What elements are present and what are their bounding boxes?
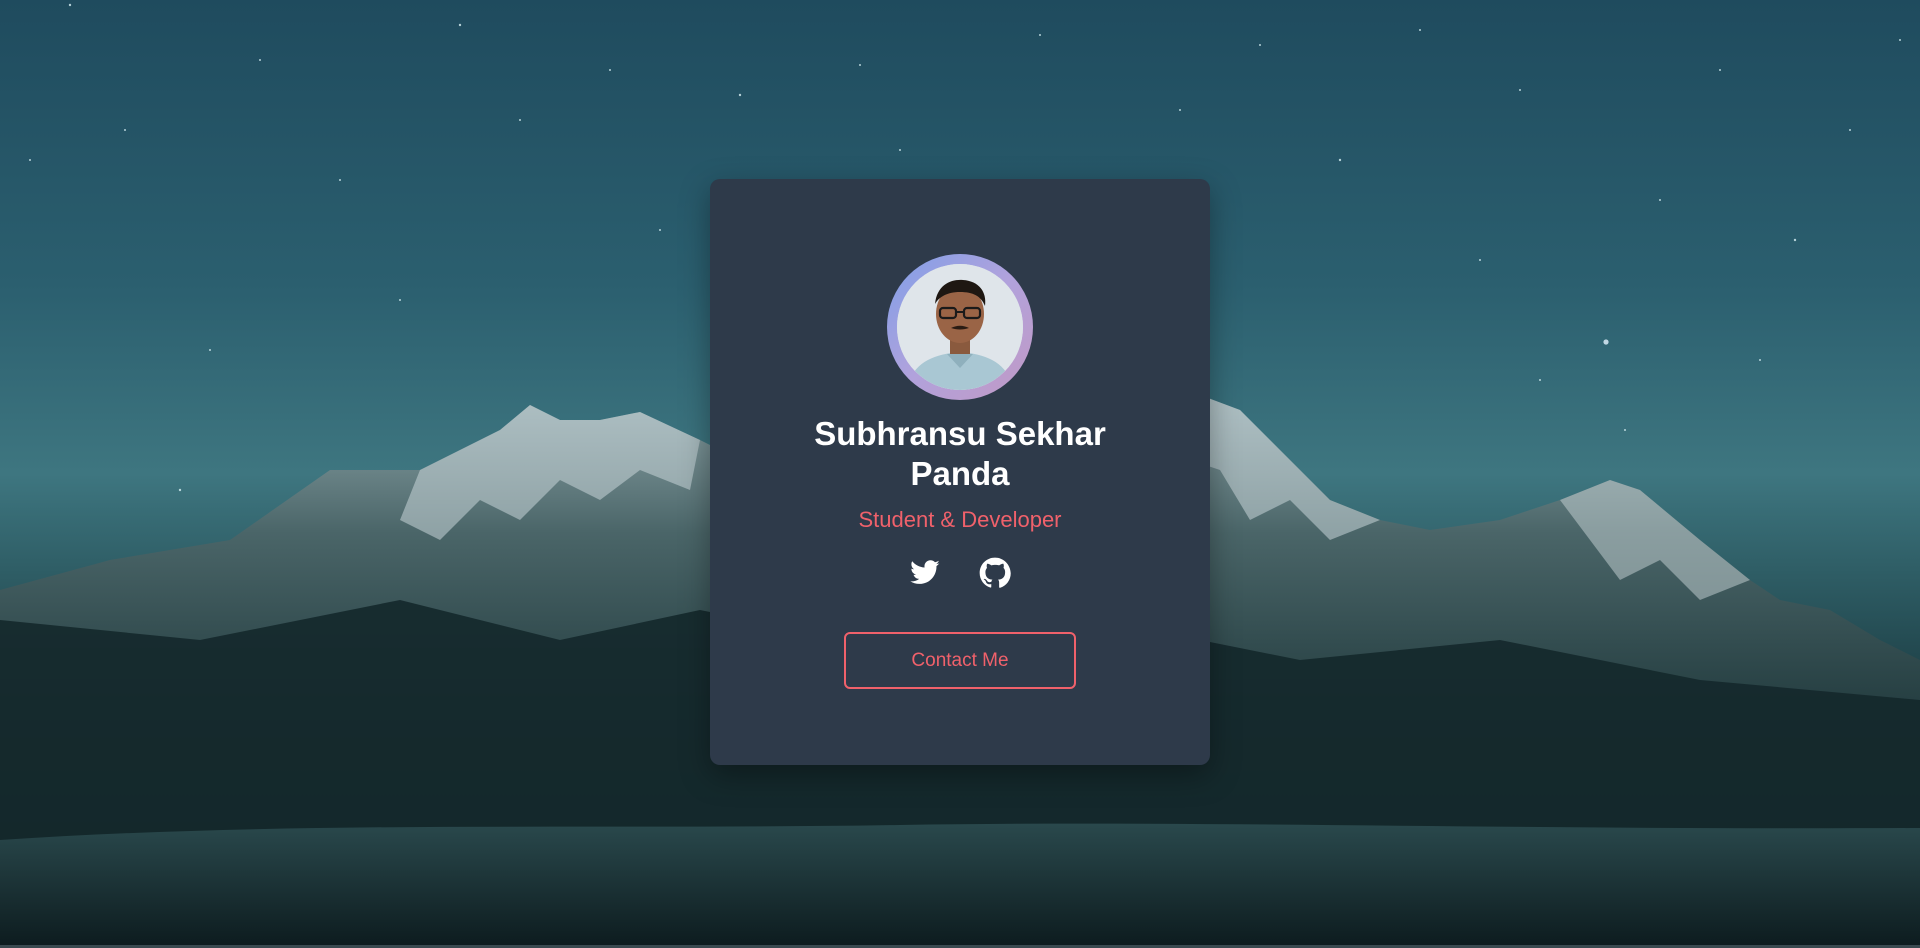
twitter-link[interactable] <box>909 557 941 589</box>
profile-card: Subhransu Sekhar Panda Student & Develop… <box>710 179 1210 765</box>
background-scene: Subhransu Sekhar Panda Student & Develop… <box>0 0 1920 948</box>
avatar-photo <box>897 264 1023 390</box>
profile-name-line1: Subhransu Sekhar <box>814 415 1106 452</box>
profile-role: Student & Developer <box>858 507 1062 532</box>
github-icon <box>979 557 1011 588</box>
profile-name-line2: Panda <box>910 455 1010 492</box>
twitter-icon <box>910 560 940 584</box>
avatar <box>897 264 1023 390</box>
social-links <box>710 557 1210 589</box>
profile-name: Subhransu Sekhar Panda <box>710 414 1210 494</box>
github-link[interactable] <box>979 557 1011 589</box>
avatar-ring <box>887 254 1033 400</box>
contact-me-button[interactable]: Contact Me <box>844 632 1076 689</box>
